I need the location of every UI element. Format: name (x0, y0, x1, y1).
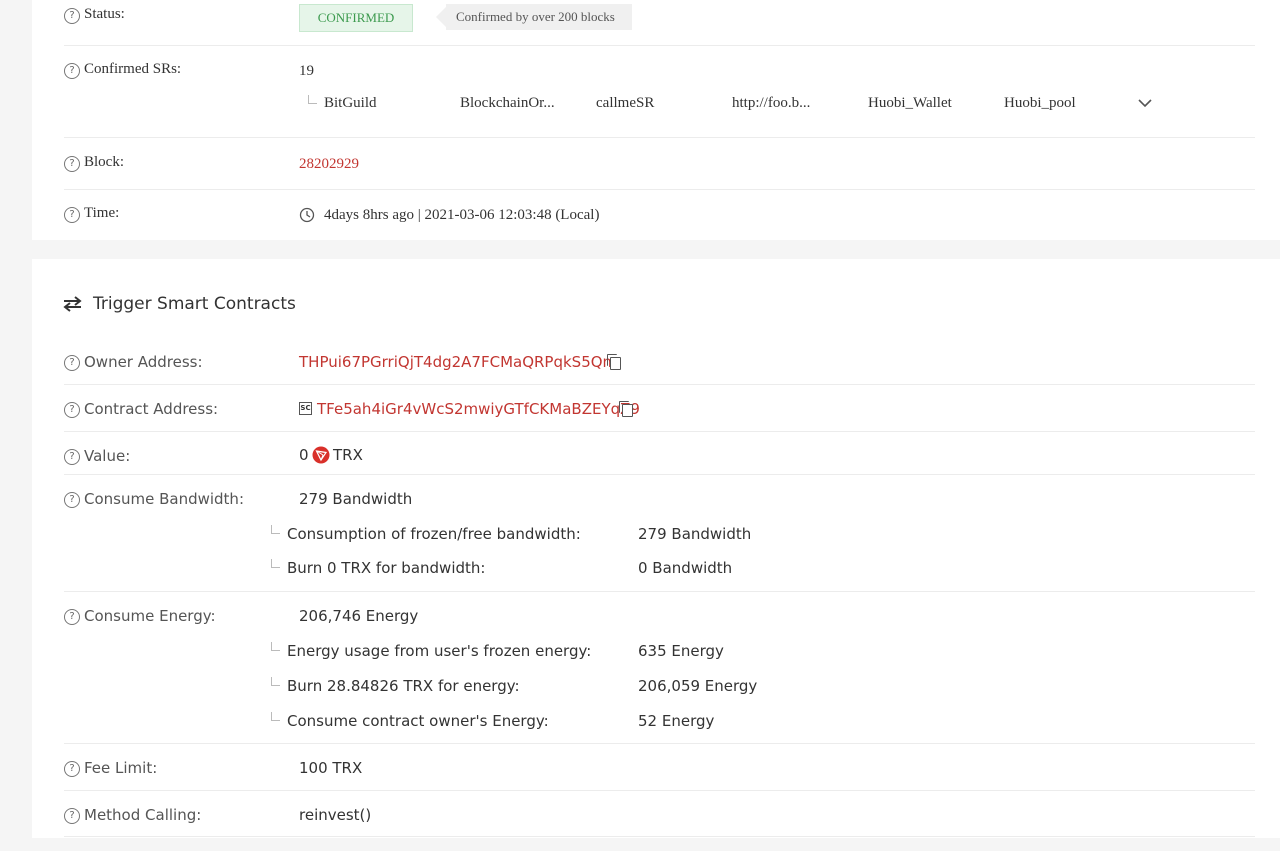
divider (64, 384, 1255, 385)
energy-item-value: 206,059 Energy (638, 677, 758, 695)
value-amount: 0 (299, 446, 309, 464)
chevron-down-icon[interactable] (1137, 97, 1153, 109)
status-badge: CONFIRMED (299, 4, 413, 32)
transaction-overview-card: ? Status: CONFIRMED Confirmed by over 20… (32, 0, 1280, 240)
fee-limit-row: ? Fee Limit: 100 TRX (64, 758, 1255, 784)
block-label: Block: (84, 154, 124, 170)
consume-bandwidth-label: Consume Bandwidth: (84, 490, 244, 508)
help-icon[interactable]: ? (64, 156, 80, 172)
status-row: ? Status: CONFIRMED Confirmed by over 20… (64, 4, 1255, 36)
block-link[interactable]: 28202929 (299, 156, 359, 173)
tree-branch (271, 559, 280, 568)
help-icon[interactable]: ? (64, 492, 80, 508)
value-unit: TRX (333, 446, 363, 464)
consume-bandwidth-value: 279 Bandwidth (299, 490, 413, 508)
sr-name[interactable]: Huobi_pool (1004, 95, 1076, 112)
help-icon[interactable]: ? (64, 355, 80, 371)
contract-address-label: Contract Address: (84, 400, 219, 418)
energy-item-value: 52 Energy (638, 712, 715, 730)
divider (64, 591, 1255, 592)
consume-bandwidth-row: ? Consume Bandwidth: 279 Bandwidth (64, 489, 1255, 515)
fee-limit-label: Fee Limit: (84, 759, 158, 777)
value-row: ? Value: 0 TRX (64, 446, 1255, 472)
method-calling-value: reinvest() (299, 806, 372, 824)
time-value: 4days 8hrs ago | 2021-03-06 12:03:48 (Lo… (324, 207, 600, 223)
tree-branch (271, 677, 280, 686)
owner-address-link[interactable]: THPui67PGrriQjT4dg2A7FCMaQRPqkS5Qm (299, 353, 617, 371)
block-row: ? Block: 28202929 (64, 154, 1255, 184)
tree-branch (271, 525, 280, 534)
transfer-arrows-icon (63, 296, 82, 312)
owner-address-label: Owner Address: (84, 353, 203, 371)
trigger-smart-contract-card: Trigger Smart Contracts ? Owner Address:… (32, 259, 1280, 838)
help-icon[interactable]: ? (64, 63, 80, 79)
sr-name[interactable]: http://foo.b... (732, 95, 810, 112)
divider (64, 743, 1255, 744)
help-icon[interactable]: ? (64, 609, 80, 625)
bandwidth-item-value: 0 Bandwidth (638, 559, 733, 577)
divider (64, 431, 1255, 432)
help-icon[interactable]: ? (64, 761, 80, 777)
energy-item-value: 635 Energy (638, 642, 724, 660)
method-calling-row: ? Method Calling: reinvest() (64, 805, 1255, 831)
divider (64, 137, 1255, 138)
divider (64, 189, 1255, 190)
copy-icon[interactable] (619, 401, 633, 417)
bandwidth-item-label: Burn 0 TRX for bandwidth: (287, 559, 486, 577)
divider (64, 836, 1255, 837)
sr-name[interactable]: BitGuild (324, 95, 377, 112)
owner-address-row: ? Owner Address: THPui67PGrriQjT4dg2A7FC… (64, 353, 1255, 379)
trx-icon (312, 446, 330, 464)
status-tooltip: Confirmed by over 200 blocks (436, 4, 632, 30)
fee-limit-value: 100 TRX (299, 759, 363, 777)
status-label: Status: (84, 6, 125, 22)
method-calling-label: Method Calling: (84, 806, 202, 824)
bandwidth-item-value: 279 Bandwidth (638, 525, 752, 543)
confirmed-srs-label: Confirmed SRs: (84, 61, 182, 77)
sr-name[interactable]: BlockchainOr... (460, 95, 555, 112)
bandwidth-item-label: Consumption of frozen/free bandwidth: (287, 525, 581, 543)
section-title: Trigger Smart Contracts (93, 294, 296, 314)
contract-address-link[interactable]: TFe5ah4iGr4vWcS2mwiyGTfCKMaBZEYqZ9 (317, 400, 640, 418)
energy-item-label: Burn 28.84826 TRX for energy: (287, 677, 520, 695)
confirmed-srs-count: 19 (299, 63, 314, 79)
tree-branch (308, 95, 317, 104)
consume-energy-value: 206,746 Energy (299, 607, 419, 625)
energy-item-label: Energy usage from user's frozen energy: (287, 642, 592, 660)
time-label: Time: (84, 205, 120, 221)
contract-address-row: ? Contract Address: SC TFe5ah4iGr4vWcS2m… (64, 400, 1255, 426)
confirmed-srs-row: ? Confirmed SRs: 19 (64, 61, 1255, 121)
clock-icon (299, 207, 315, 223)
value-label: Value: (84, 447, 131, 465)
tree-branch (271, 712, 280, 721)
help-icon[interactable]: ? (64, 808, 80, 824)
sr-name[interactable]: Huobi_Wallet (868, 95, 952, 112)
smart-contract-icon: SC (299, 402, 312, 415)
consume-energy-row: ? Consume Energy: 206,746 Energy (64, 606, 1255, 632)
tree-branch (271, 642, 280, 651)
help-icon[interactable]: ? (64, 449, 80, 465)
divider (64, 45, 1255, 46)
consume-energy-label: Consume Energy: (84, 607, 216, 625)
time-row: ? Time: 4days 8hrs ago | 2021-03-06 12:0… (64, 205, 1255, 235)
help-icon[interactable]: ? (64, 8, 80, 24)
sr-name[interactable]: callmeSR (596, 95, 654, 112)
copy-icon[interactable] (607, 354, 621, 370)
energy-item-label: Consume contract owner's Energy: (287, 712, 549, 730)
divider (64, 790, 1255, 791)
help-icon[interactable]: ? (64, 207, 80, 223)
divider (64, 474, 1255, 475)
help-icon[interactable]: ? (64, 402, 80, 418)
